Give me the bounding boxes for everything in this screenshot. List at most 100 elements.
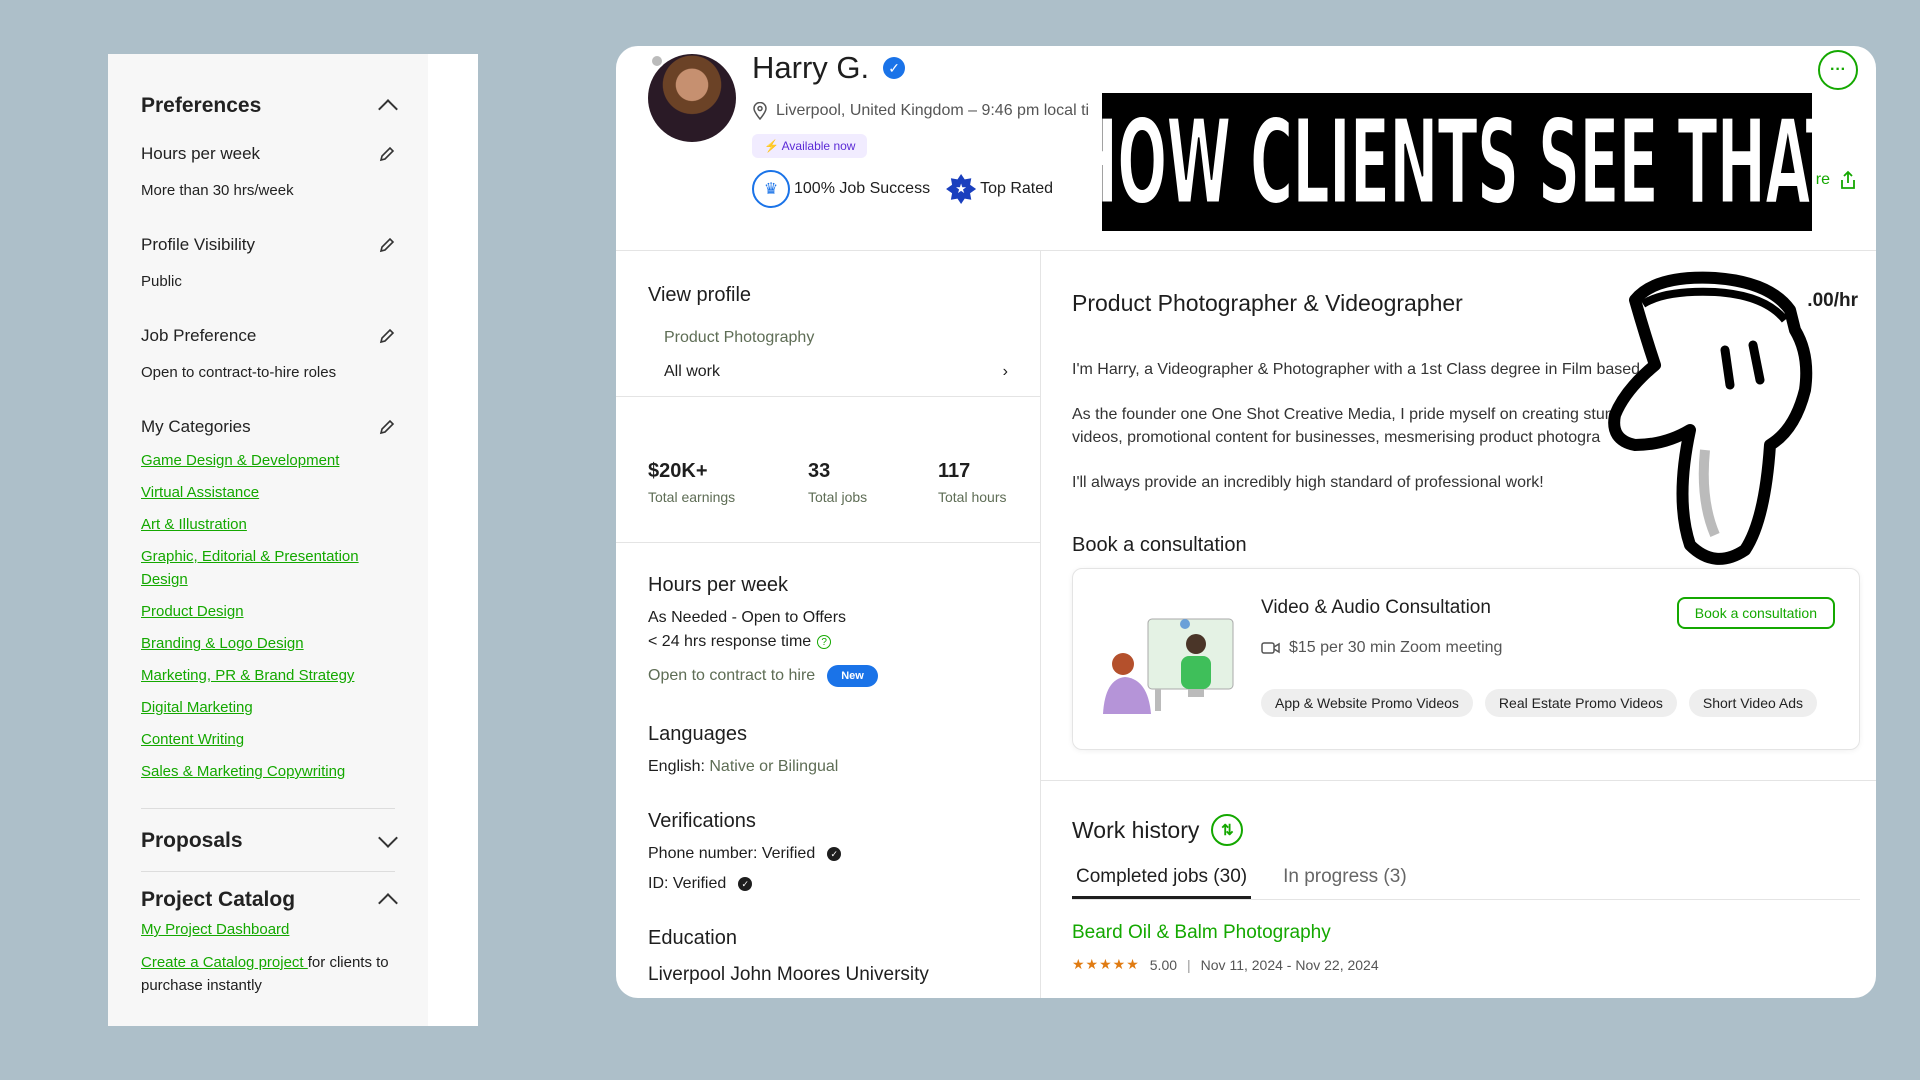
column-divider	[1040, 251, 1041, 998]
preferences-header[interactable]: Preferences	[141, 94, 398, 119]
share-button[interactable]: re	[1816, 170, 1858, 190]
verifications-title: Verifications	[648, 810, 756, 832]
create-catalog-link[interactable]: Create a Catalog project	[141, 954, 308, 971]
category-link[interactable]: Branding & Logo Design	[141, 632, 395, 655]
location-pin-icon	[753, 102, 767, 120]
job-title-link[interactable]: Beard Oil & Balm Photography	[1072, 922, 1862, 944]
available-label: Available now	[781, 139, 856, 153]
skill-tag[interactable]: App & Website Promo Videos	[1261, 689, 1473, 717]
edit-pencil-icon[interactable]	[379, 328, 395, 344]
settings-panel: Preferences Hours per week More than 30 …	[108, 54, 478, 1026]
response-row: < 24 hrs response time ?	[648, 633, 1018, 651]
category-link[interactable]: Product Design	[141, 600, 395, 623]
category-link[interactable]: Game Design & Development	[141, 449, 395, 472]
all-work-link[interactable]: All work ›	[664, 363, 1008, 381]
stat-value: 33	[808, 460, 831, 482]
id-verified-text: ID: Verified	[648, 875, 727, 892]
location-text: Liverpool, United Kingdom – 9:46 pm loca…	[776, 102, 1090, 119]
response-text: < 24 hrs response time	[648, 633, 812, 650]
top-rated-badge: ★ Top Rated	[946, 174, 1053, 204]
stat-value: $20K+	[648, 460, 708, 482]
book-consultation-button[interactable]: Book a consultation	[1676, 597, 1835, 629]
category-link[interactable]: Graphic, Editorial & Presentation Design	[141, 545, 391, 591]
contract-row: Open to contract to hire New	[648, 665, 1018, 687]
languages-title: Languages	[648, 723, 747, 745]
crown-icon: ♛	[752, 170, 790, 208]
profile-badges: ♛ 100% Job Success ★ Top Rated	[752, 170, 1053, 208]
specialty-link[interactable]: Product Photography	[664, 329, 1018, 347]
university-name: Liverpool John Moores University	[648, 964, 929, 985]
skill-tag[interactable]: Short Video Ads	[1688, 689, 1818, 717]
meme-caption: HOW CLIENTS SEE THAT	[1102, 93, 1812, 231]
edit-pencil-icon[interactable]	[379, 146, 395, 162]
edit-pencil-icon[interactable]	[379, 237, 395, 253]
language-name: English:	[648, 758, 705, 775]
card-price-row: $15 per 30 min Zoom meeting	[1261, 639, 1502, 657]
category-link[interactable]: Art & Illustration	[141, 513, 395, 536]
sort-icon[interactable]: ⇅	[1211, 814, 1244, 846]
help-icon[interactable]: ?	[817, 635, 832, 649]
divider	[616, 542, 1040, 543]
details-section: Hours per week As Needed - Open to Offer…	[648, 574, 1018, 986]
separator: |	[1187, 956, 1191, 973]
pref-job-row: Job Preference	[141, 326, 395, 346]
video-camera-icon	[1261, 642, 1280, 654]
tab-completed[interactable]: Completed jobs (30)	[1072, 866, 1252, 899]
preferences-title: Preferences	[141, 94, 262, 117]
category-link[interactable]: Virtual Assistance	[141, 481, 395, 504]
work-history-header: Work history ⇅	[1072, 814, 1862, 846]
id-verified-row: ID: Verified ✓	[648, 875, 1018, 893]
pref-job-value: Open to contract-to-hire roles	[141, 364, 337, 381]
pref-visibility-label: Profile Visibility	[141, 235, 256, 254]
language-level: Native or Bilingual	[704, 758, 839, 775]
edit-pencil-icon[interactable]	[379, 419, 395, 435]
chevron-up-icon[interactable]	[378, 893, 398, 913]
pref-hours-label: Hours per week	[141, 144, 261, 163]
category-link[interactable]: Marketing, PR & Brand Strategy	[141, 664, 395, 687]
job-rating: 5.00	[1149, 956, 1178, 973]
category-link[interactable]: Content Writing	[141, 728, 395, 751]
stat-label: Total earnings	[648, 489, 736, 505]
stat-label: Total hours	[938, 489, 1007, 505]
stat-hours: 117 Total hours	[938, 460, 1006, 505]
stat-label: Total jobs	[808, 489, 868, 505]
card-title: Video & Audio Consultation	[1261, 597, 1491, 618]
skill-tags: App & Website Promo Videos Real Estate P…	[1261, 689, 1818, 717]
top-rated-label: Top Rated	[980, 180, 1054, 197]
proposals-header[interactable]: Proposals	[141, 828, 398, 853]
share-icon	[1841, 170, 1855, 189]
view-profile-section: View profile Product Photography All wor…	[648, 284, 1018, 381]
job-dates: Nov 11, 2024 - Nov 22, 2024	[1200, 956, 1379, 973]
catalog-header[interactable]: Project Catalog	[141, 888, 398, 913]
hours-title: Hours per week	[648, 574, 789, 596]
profile-name: Harry G.	[752, 50, 870, 85]
pref-visibility-value: Public	[141, 273, 182, 290]
rating-stars-icon: ★★★★★	[1072, 956, 1140, 972]
category-link[interactable]: Digital Marketing	[141, 696, 395, 719]
new-badge: New	[827, 665, 878, 687]
divider	[616, 250, 1876, 251]
tab-in-progress[interactable]: In progress (3)	[1283, 866, 1407, 899]
status-dot	[650, 54, 664, 68]
consultation-illustration	[1103, 618, 1234, 714]
contract-text: Open to contract to hire	[648, 667, 816, 684]
available-badge: ⚡ Available now	[752, 134, 868, 158]
skill-tag[interactable]: Real Estate Promo Videos	[1484, 689, 1677, 717]
profile-name-row: Harry G. ✓	[752, 50, 906, 86]
consultation-card: Video & Audio Consultation $15 per 30 mi…	[1072, 568, 1860, 750]
job-success-label: 100% Job Success	[794, 180, 931, 197]
view-profile-title: View profile	[648, 284, 752, 306]
divider	[141, 808, 395, 809]
work-history-tabs: Completed jobs (30) In progress (3)	[1072, 866, 1860, 900]
project-dashboard-link[interactable]: My Project Dashboard	[141, 918, 395, 941]
all-work-label: All work	[664, 363, 721, 380]
phone-verified-text: Phone number: Verified	[648, 845, 816, 862]
more-options-button[interactable]: ···	[1818, 50, 1858, 90]
chevron-down-icon[interactable]	[378, 828, 398, 848]
verified-check-icon: ✓	[883, 57, 906, 79]
divider	[141, 871, 395, 872]
pref-job-label: Job Preference	[141, 326, 257, 345]
category-link[interactable]: Sales & Marketing Copywriting	[141, 760, 395, 783]
divider	[616, 396, 1040, 397]
chevron-up-icon[interactable]	[378, 99, 398, 119]
